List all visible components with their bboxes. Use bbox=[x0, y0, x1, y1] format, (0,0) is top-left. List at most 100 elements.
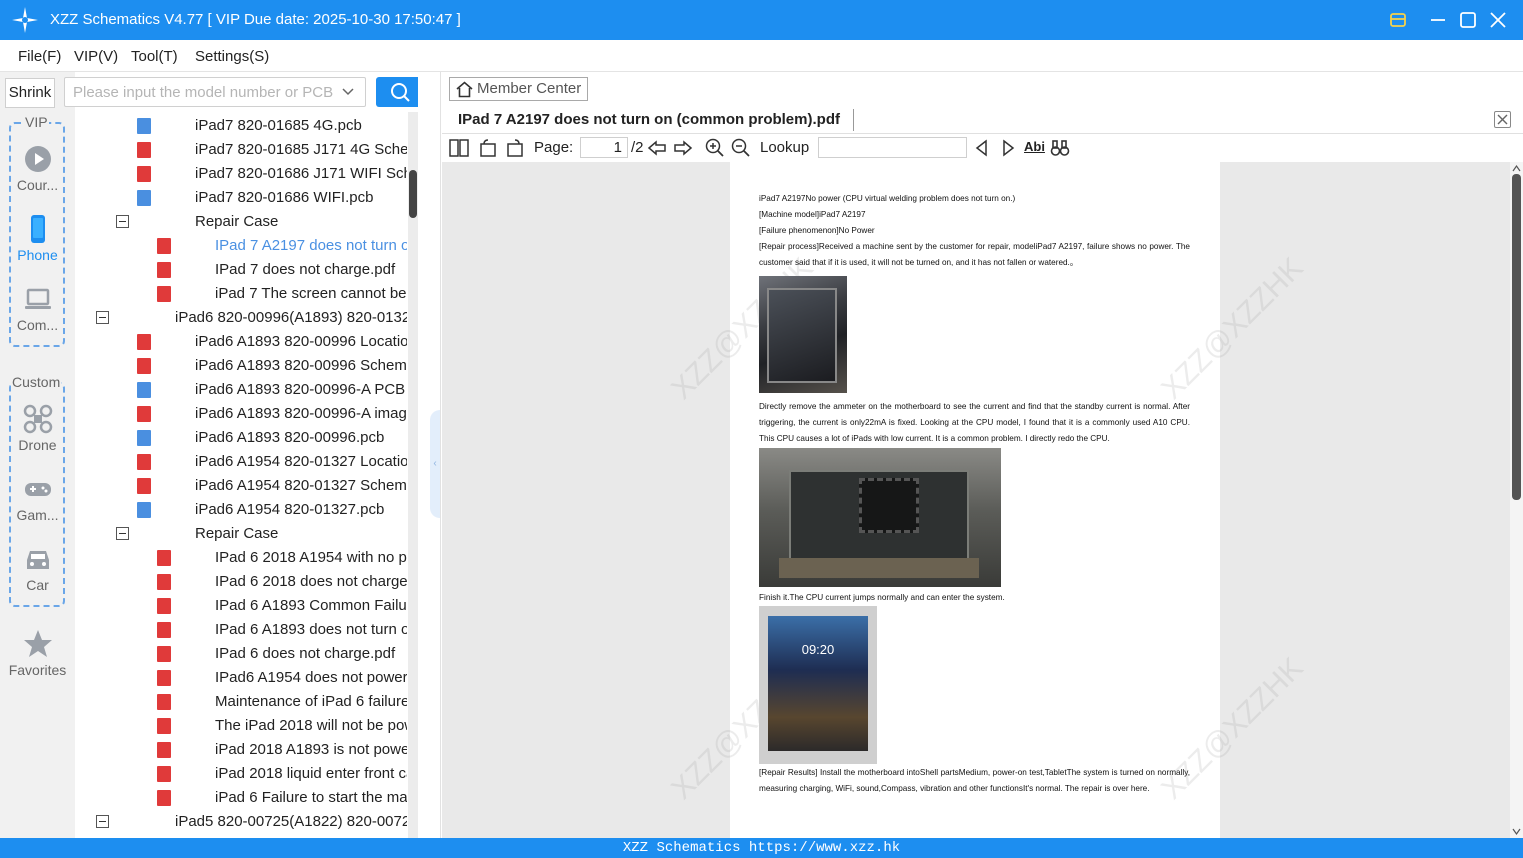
viewer-scrollbar-thumb[interactable] bbox=[1512, 174, 1521, 500]
collapse-toggle-icon[interactable] bbox=[96, 815, 109, 828]
tree-file[interactable]: iPad6 A1893 820-00996-A PCB laye bbox=[75, 378, 407, 402]
document-tab[interactable]: IPad 7 A2197 does not turn on (common pr… bbox=[458, 111, 840, 128]
tree-file[interactable]: iPad6 A1893 820-00996-A image.p bbox=[75, 402, 407, 426]
find-all-icon[interactable] bbox=[1050, 138, 1070, 158]
tree-file[interactable]: IPad 6 A1893 does not turn on.p bbox=[75, 618, 407, 642]
tree-file[interactable]: The iPad 2018 will not be powe bbox=[75, 714, 407, 738]
tree-folder[interactable]: iPad5 820-00725(A1822) 820-00724(A bbox=[75, 810, 407, 834]
pdf-viewer[interactable]: XZZ@XZZHK XZZ@XZZHK XZZ@XZZHK XZZ@XZZHK … bbox=[442, 162, 1510, 838]
tree-scrollbar[interactable] bbox=[408, 112, 418, 838]
previous-page-icon[interactable] bbox=[647, 138, 667, 158]
tree-file[interactable]: iPad 7 The screen cannot be tou bbox=[75, 282, 407, 306]
menu-bar: File(F) VIP(V) Tool(T) Settings(S) bbox=[0, 40, 1523, 72]
tree-folder[interactable]: Repair Case bbox=[75, 522, 407, 546]
lookup-input[interactable] bbox=[818, 137, 967, 158]
tree-file[interactable]: iPad7 820-01686 J171 WIFI Schema bbox=[75, 162, 407, 186]
tree-item-label: Repair Case bbox=[195, 213, 279, 230]
tree-file[interactable]: iPad6 A1954 820-01327 Location n bbox=[75, 450, 407, 474]
pdf-file-icon bbox=[137, 166, 151, 182]
tree-item-label: iPad7 820-01685 J171 4G Schemat bbox=[195, 141, 407, 158]
tree-item-label: iPad6 A1893 820-00996 Location n bbox=[195, 333, 407, 350]
menu-file[interactable]: File(F) bbox=[18, 48, 61, 65]
tree-file[interactable]: IPad 7 A2197 does not turn on ( bbox=[75, 234, 407, 258]
chevron-down-icon[interactable] bbox=[341, 85, 355, 99]
doc-repair-process: [Repair process]Received a machine sent … bbox=[759, 242, 1190, 267]
gamepad-icon bbox=[24, 483, 51, 496]
pcb-file-icon bbox=[137, 502, 151, 518]
rotate-right-icon[interactable] bbox=[505, 138, 525, 158]
collapse-panel-button[interactable]: ‹ bbox=[430, 410, 440, 518]
rotate-left-icon[interactable] bbox=[478, 138, 498, 158]
zoom-in-icon[interactable] bbox=[705, 138, 725, 158]
next-page-icon[interactable] bbox=[673, 138, 693, 158]
shrink-button[interactable]: Shrink bbox=[5, 78, 55, 108]
nav-favorites[interactable]: Favorites bbox=[0, 629, 75, 678]
menu-tool[interactable]: Tool(T) bbox=[131, 48, 178, 65]
find-previous-icon[interactable] bbox=[972, 138, 992, 158]
tree-item-label: iPad6 A1893 820-00996-A image.p bbox=[195, 405, 407, 422]
tree-file[interactable]: IPad6 A1954 does not power or bbox=[75, 666, 407, 690]
doc-repair-results: [Repair Results] Install the motherboard… bbox=[759, 768, 1190, 793]
tree-file[interactable]: IPad 6 does not charge.pdf bbox=[75, 642, 407, 666]
tree-file[interactable]: iPad 6 Failure to start the machi bbox=[75, 786, 407, 810]
tree-file[interactable]: IPad 6 2018 A1954 with no pow bbox=[75, 546, 407, 570]
pcb-file-icon bbox=[137, 118, 151, 134]
find-next-icon[interactable] bbox=[998, 138, 1018, 158]
tree-file[interactable]: Maintenance of iPad 6 failure.p bbox=[75, 690, 407, 714]
match-case-button[interactable]: Abi bbox=[1024, 139, 1045, 154]
two-page-view-icon[interactable] bbox=[449, 138, 469, 158]
nav-courses[interactable]: Cour... bbox=[0, 144, 75, 193]
scroll-down-icon[interactable] bbox=[1512, 828, 1521, 836]
tree-file[interactable]: iPad6 A1954 820-01327.pcb bbox=[75, 498, 407, 522]
tree-scrollbar-thumb[interactable] bbox=[409, 170, 417, 218]
tree-folder[interactable]: iPad6 820-00996(A1893) 820-01327(A bbox=[75, 306, 407, 330]
vip-badge-icon[interactable] bbox=[1386, 8, 1410, 32]
nav-computer[interactable]: Com... bbox=[0, 284, 75, 333]
nav-car[interactable]: Car bbox=[0, 544, 75, 593]
tree-item-label: iPad7 820-01686 WIFI.pcb bbox=[195, 189, 374, 206]
tree-folder[interactable]: Repair Case bbox=[75, 210, 407, 234]
pdf-toolbar: Page: 1 /2 Lookup Abi bbox=[442, 134, 1523, 162]
tree-file[interactable]: iPad 2018 liquid enter front can bbox=[75, 762, 407, 786]
scroll-up-icon[interactable] bbox=[1512, 164, 1521, 172]
search-field[interactable] bbox=[64, 77, 366, 107]
member-center-button[interactable]: Member Center bbox=[449, 77, 588, 101]
minimize-icon[interactable] bbox=[1426, 8, 1450, 32]
menu-settings[interactable]: Settings(S) bbox=[195, 48, 269, 65]
close-icon[interactable] bbox=[1486, 8, 1510, 32]
tree-file[interactable]: iPad7 820-01686 WIFI.pcb bbox=[75, 186, 407, 210]
search-input[interactable] bbox=[73, 82, 333, 102]
tree-file[interactable]: iPad6 A1893 820-00996 Location n bbox=[75, 330, 407, 354]
nav-game[interactable]: Gam... bbox=[0, 474, 75, 523]
tree-file[interactable]: iPad 2018 A1893 is not powerec bbox=[75, 738, 407, 762]
collapse-toggle-icon[interactable] bbox=[116, 527, 129, 540]
tree-item-label: IPad 6 2018 A1954 with no pow bbox=[215, 549, 407, 566]
nav-car-label: Car bbox=[26, 577, 49, 593]
tree-file[interactable]: IPad 7 does not charge.pdf bbox=[75, 258, 407, 282]
nav-phone[interactable]: Phone bbox=[0, 214, 75, 263]
tree-file[interactable]: IPad 6 2018 does not charge.pd bbox=[75, 570, 407, 594]
menu-vip[interactable]: VIP(V) bbox=[74, 48, 118, 65]
zoom-out-icon[interactable] bbox=[731, 138, 751, 158]
tree-item-label: iPad6 A1893 820-00996.pcb bbox=[195, 429, 385, 446]
nav-drone[interactable]: Drone bbox=[0, 404, 75, 453]
tree-file[interactable]: iPad6 A1893 820-00996.pcb bbox=[75, 426, 407, 450]
tree-item-label: IPad 7 A2197 does not turn on ( bbox=[215, 237, 407, 254]
collapse-toggle-icon[interactable] bbox=[96, 311, 109, 324]
doc-finish: Finish it.The CPU current jumps normally… bbox=[759, 593, 1005, 602]
custom-group-label: Custom bbox=[11, 374, 62, 390]
tree-file[interactable]: IPad 6 A1893 Common Failure t bbox=[75, 594, 407, 618]
pdf-file-icon bbox=[157, 622, 171, 638]
collapse-toggle-icon[interactable] bbox=[116, 215, 129, 228]
tree-file[interactable]: iPad6 A1954 820-01327 Schematic bbox=[75, 474, 407, 498]
pdf-file-icon bbox=[157, 694, 171, 710]
viewer-scrollbar[interactable] bbox=[1510, 162, 1523, 838]
maximize-icon[interactable] bbox=[1456, 8, 1480, 32]
pdf-file-icon bbox=[137, 478, 151, 494]
close-tab-icon[interactable] bbox=[1494, 111, 1511, 128]
nav-favorites-label: Favorites bbox=[8, 662, 67, 678]
tree-file[interactable]: iPad7 820-01685 J171 4G Schemat bbox=[75, 138, 407, 162]
page-number-input[interactable]: 1 bbox=[580, 137, 628, 158]
tree-file[interactable]: iPad7 820-01685 4G.pcb bbox=[75, 114, 407, 138]
tree-file[interactable]: iPad6 A1893 820-00996 Schematic bbox=[75, 354, 407, 378]
